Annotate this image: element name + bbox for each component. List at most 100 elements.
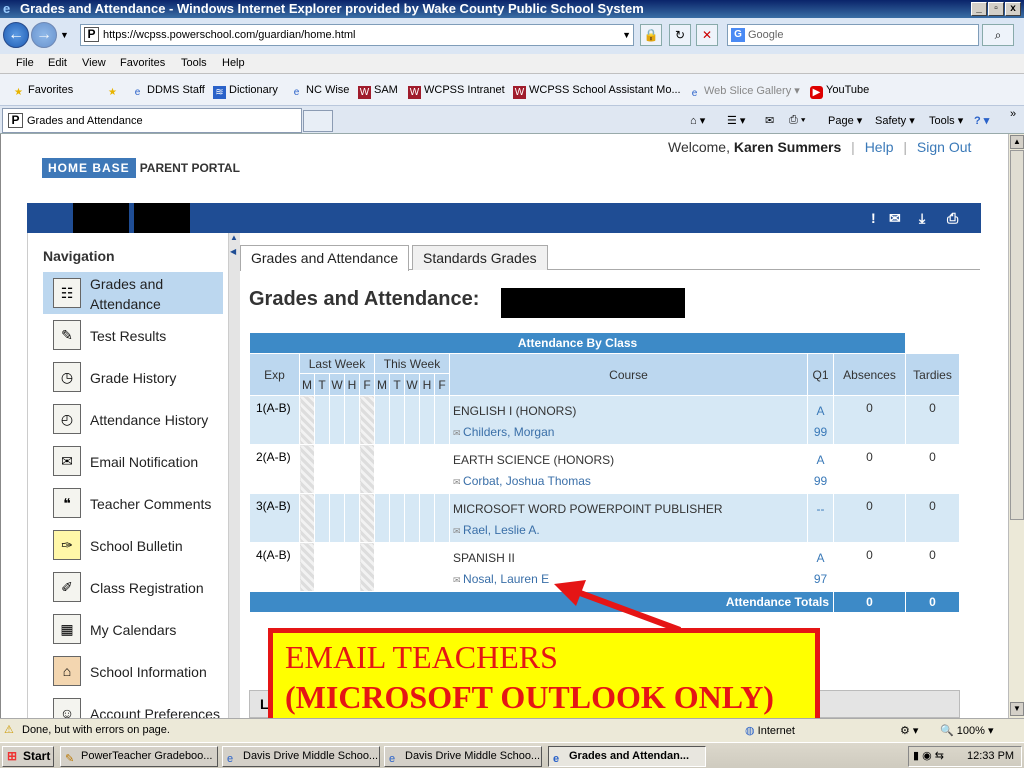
scroll-thumb[interactable] xyxy=(1010,150,1024,520)
absences-cell[interactable]: 0 xyxy=(833,542,906,592)
refresh-icon[interactable]: ↻ xyxy=(669,24,691,46)
protected-mode-icon[interactable]: ⚙ ▾ xyxy=(900,724,918,737)
nav-test-results[interactable]: ✎ Test Results xyxy=(43,314,223,356)
fav-web-slice-gallery[interactable]: e Web Slice Gallery ▾ xyxy=(688,84,800,100)
tab-standards-grades[interactable]: Standards Grades xyxy=(412,245,548,270)
nav-attendance-history[interactable]: ◴ Attendance History xyxy=(43,398,223,440)
favorites-button[interactable]: ★ Favorites xyxy=(12,84,73,99)
teacher-email-link[interactable]: ✉ Corbat, Joshua Thomas xyxy=(453,471,807,493)
grade-link[interactable]: -- xyxy=(807,493,834,543)
tray-icons[interactable]: ▮ ◉ ⇆ xyxy=(913,747,944,766)
home-icon[interactable]: ⌂ ▾ xyxy=(690,114,705,127)
nav-school-information[interactable]: ⌂ School Information xyxy=(43,650,223,692)
fav-wcpss-intranet[interactable]: W WCPSS Intranet xyxy=(408,84,505,99)
mail-icon[interactable]: ✉ xyxy=(765,114,774,127)
menu-favorites[interactable]: Favorites xyxy=(120,57,165,69)
nav-label: Test Results xyxy=(90,328,167,344)
menu-file[interactable]: File xyxy=(16,57,34,69)
fav-dictionary[interactable]: ≋ Dictionary xyxy=(213,84,278,99)
ie-icon: e xyxy=(227,753,234,765)
browser-tab-grades[interactable]: P Grades and Attendance xyxy=(2,108,302,133)
task-davis-drive-1[interactable]: e Davis Drive Middle Schoo... xyxy=(222,746,380,767)
download-icon[interactable]: ⤓ xyxy=(919,210,925,227)
tab-grades-attendance[interactable]: Grades and Attendance xyxy=(240,245,410,271)
nav-class-registration[interactable]: ✐ Class Registration xyxy=(43,566,223,608)
menu-edit[interactable]: Edit xyxy=(48,57,67,69)
print-icon[interactable]: ⎙ ▾ xyxy=(789,114,805,127)
teacher-email-link[interactable]: ✉ Childers, Morgan xyxy=(453,422,807,444)
nav-school-bulletin[interactable]: ✑ School Bulletin xyxy=(43,524,223,566)
collapse-left-icon[interactable]: ◀ xyxy=(230,247,236,256)
sign-out-link[interactable]: Sign Out xyxy=(917,139,971,155)
history-dropdown-icon[interactable]: ▼ xyxy=(60,30,69,40)
address-bar[interactable]: P https://wcpss.powerschool.com/guardian… xyxy=(80,24,634,46)
notifications-icon[interactable]: ✉ xyxy=(889,210,901,227)
fav-sam[interactable]: W SAM xyxy=(358,84,398,99)
start-button[interactable]: ⊞ Start xyxy=(2,746,54,767)
absences-cell[interactable]: 0 xyxy=(833,395,906,445)
fav-label: SAM xyxy=(374,84,398,96)
fav-ddms-staff[interactable]: e DDMS Staff xyxy=(131,84,205,99)
address-dropdown-icon[interactable]: ▼ xyxy=(622,25,631,45)
grade-link[interactable]: A 99 xyxy=(807,395,834,445)
nav-grade-history[interactable]: ◷ Grade History xyxy=(43,356,223,398)
close-window-button[interactable]: x xyxy=(1005,2,1021,16)
help-icon[interactable]: ? ▾ xyxy=(974,114,989,127)
teacher-email-link[interactable]: ✉ Rael, Leslie A. xyxy=(453,520,807,542)
tools-menu[interactable]: Tools ▾ xyxy=(929,114,963,127)
printer-icon[interactable]: ⎙ xyxy=(947,210,958,227)
tardies-cell[interactable]: 0 xyxy=(905,395,960,445)
row-exp: 3(A-B) xyxy=(249,493,300,543)
safety-menu[interactable]: Safety ▾ xyxy=(875,114,915,127)
new-tab-button[interactable] xyxy=(303,110,333,132)
menu-tools[interactable]: Tools xyxy=(181,57,207,69)
nav-my-calendars[interactable]: ▦ My Calendars xyxy=(43,608,223,650)
alert-icon[interactable]: ! xyxy=(871,210,876,226)
teacher-name: Corbat, Joshua Thomas xyxy=(463,474,591,488)
grade-link[interactable]: A 97 xyxy=(807,542,834,592)
fav-wcpss-school-assistant[interactable]: W WCPSS School Assistant Mo... xyxy=(513,84,681,99)
search-button[interactable]: ⌕ xyxy=(982,24,1014,46)
nav-grades-attendance[interactable]: ☷ Grades and Attendance xyxy=(43,272,223,314)
back-button[interactable]: ← xyxy=(3,22,29,48)
scroll-down-icon[interactable]: ▼ xyxy=(1010,702,1024,716)
page-menu[interactable]: Page ▾ xyxy=(828,114,862,127)
menu-view[interactable]: View xyxy=(82,57,106,69)
nav-collapse-splitter[interactable]: ▲ ◀ xyxy=(228,233,240,718)
absences-cell[interactable]: 0 xyxy=(833,444,906,494)
menu-help[interactable]: Help xyxy=(222,57,245,69)
tardies-cell[interactable]: 0 xyxy=(905,493,960,543)
collapse-up-icon[interactable]: ▲ xyxy=(230,233,238,242)
stop-icon[interactable]: ✕ xyxy=(696,24,718,46)
more-chevron-icon[interactable]: » xyxy=(1010,108,1016,120)
nav-email-notification[interactable]: ✉ Email Notification xyxy=(43,440,223,482)
grade-link[interactable]: A 99 xyxy=(807,444,834,494)
scroll-up-icon[interactable]: ▲ xyxy=(1010,135,1024,149)
redacted-student-tab[interactable] xyxy=(134,203,190,233)
feeds-icon[interactable]: ☰ ▾ xyxy=(727,114,745,127)
nav-label: Class Registration xyxy=(90,580,204,596)
fav-nc-wise[interactable]: e NC Wise xyxy=(290,84,350,99)
task-davis-drive-2[interactable]: e Davis Drive Middle Schoo... xyxy=(384,746,542,767)
redacted-student-tab[interactable] xyxy=(73,203,129,233)
help-link[interactable]: Help xyxy=(865,139,894,155)
absences-cell[interactable]: 0 xyxy=(833,493,906,543)
forward-button[interactable]: → xyxy=(31,22,57,48)
tardies-cell[interactable]: 0 xyxy=(905,444,960,494)
browser-tab-row: P Grades and Attendance ⌂ ▾ ☰ ▾ ✉ ⎙ ▾ Pa… xyxy=(0,106,1024,134)
tardies-cell[interactable]: 0 xyxy=(905,542,960,592)
task-powerteacher[interactable]: ✎ PowerTeacher Gradeboo... xyxy=(60,746,218,767)
fav-youtube[interactable]: ▶ YouTube xyxy=(810,84,869,99)
search-input[interactable]: G Google xyxy=(727,24,979,46)
warning-icon[interactable]: ⚠ xyxy=(4,723,14,736)
maximize-button[interactable]: ▫ xyxy=(988,2,1004,16)
zoom-control[interactable]: 🔍 100% ▾ xyxy=(940,724,993,737)
vertical-scrollbar[interactable]: ▲ ▼ xyxy=(1008,134,1024,718)
nav-account-preferences[interactable]: ☺ Account Preferences xyxy=(43,692,223,718)
home-base-logo[interactable]: HOME BASE PARENT PORTAL xyxy=(42,158,240,180)
minimize-button[interactable]: _ xyxy=(971,2,987,16)
add-favorites-icon[interactable]: ★ xyxy=(106,84,122,99)
nav-teacher-comments[interactable]: ❝ Teacher Comments xyxy=(43,482,223,524)
task-grades-attendance[interactable]: e Grades and Attendan... xyxy=(548,746,706,767)
lock-icon[interactable]: 🔒 xyxy=(640,24,662,46)
